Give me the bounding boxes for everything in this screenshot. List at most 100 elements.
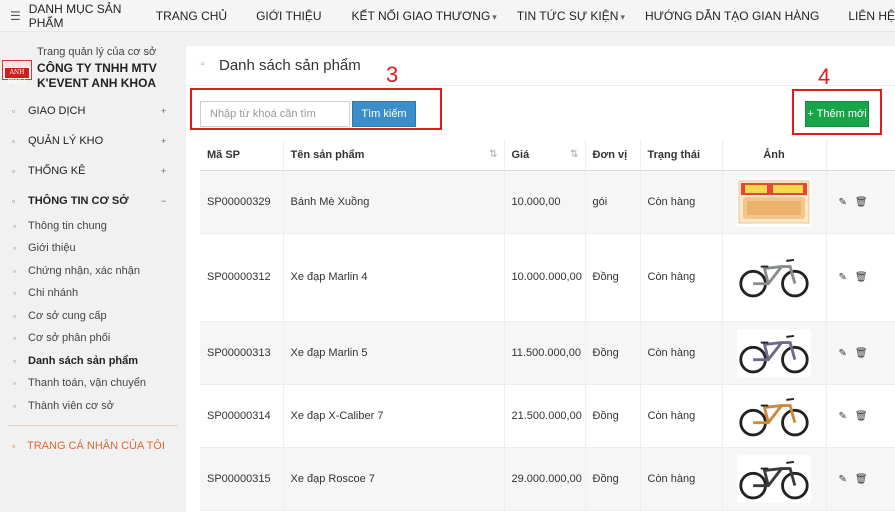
cell-price: 10.000,00: [504, 170, 586, 234]
expand-icon[interactable]: +: [161, 166, 166, 176]
cell-actions: ✎ 🗑: [826, 321, 895, 385]
cell-actions: ✎ 🗑: [826, 447, 895, 511]
nav-about[interactable]: GIỚI THIỆU: [256, 9, 321, 23]
cell-status: Còn hàng: [640, 321, 723, 385]
cell-code: SP00000315: [200, 447, 284, 511]
sidebar-item-members[interactable]: ▫ Thành viên cơ sở: [0, 399, 184, 417]
sidebar-item-general-info[interactable]: ▫ Thông tin chung: [0, 219, 184, 237]
column-header-name[interactable]: Tên sản phẩm ⇅: [283, 140, 505, 171]
cell-status: Còn hàng: [640, 233, 723, 322]
cell-code: SP00000314: [200, 384, 284, 448]
edit-pencil-icon[interactable]: ✎: [839, 197, 847, 208]
square-icon: ▫: [13, 289, 16, 298]
cell-price: 11.500.000,00: [504, 321, 586, 385]
edit-pencil-icon[interactable]: ✎: [839, 411, 847, 422]
panel-header: ▫ Danh sách sản phẩm: [186, 46, 895, 86]
trash-icon[interactable]: 🗑: [855, 272, 868, 283]
collapse-icon[interactable]: −: [161, 196, 166, 206]
edit-pencil-icon[interactable]: ✎: [839, 348, 847, 359]
cell-status: Còn hàng: [640, 447, 723, 511]
cell-actions: ✎ 🗑: [826, 384, 895, 448]
logo-text: ANH KHOA: [5, 68, 29, 86]
cell-code: SP00000329: [200, 170, 284, 234]
sidebar-item-suppliers[interactable]: ▫ Cơ sở cung cấp: [0, 309, 184, 327]
cell-name: Xe đạp Marlin 5: [283, 321, 505, 385]
table-row: SP00000313 Xe đạp Marlin 5 11.500.000,00…: [200, 321, 895, 385]
cell-image: [722, 170, 827, 234]
cell-name: Xe đạp Roscoe 7: [283, 447, 505, 511]
expand-icon[interactable]: +: [161, 106, 166, 116]
product-image-bike: [737, 328, 811, 377]
expand-icon[interactable]: +: [161, 136, 166, 146]
table-row: SP00000312 Xe đạp Marlin 4 10.000.000,00…: [200, 233, 895, 322]
column-header-price[interactable]: Giá ⇅: [504, 140, 586, 171]
square-icon: ▫: [13, 222, 16, 231]
square-icon: ▫: [13, 312, 16, 321]
column-header-unit: Đơn vị: [585, 140, 641, 171]
edit-pencil-icon[interactable]: ✎: [839, 474, 847, 485]
square-icon: ▫: [13, 357, 16, 366]
cell-actions: ✎ 🗑: [826, 170, 895, 234]
square-icon: ▫: [201, 59, 205, 70]
sidebar-group-inventory[interactable]: ▫ QUẢN LÝ KHO +: [0, 129, 184, 153]
cell-price: 29.000.000,00: [504, 447, 586, 511]
nav-trade-connect[interactable]: KẾT NỐI GIAO THƯƠNG ▾: [352, 9, 497, 23]
category-menu[interactable]: ☰ DANH MỤC SẢN PHẨM: [0, 0, 140, 32]
sidebar-personal-page[interactable]: ▫ TRANG CÁ NHÂN CỦA TÔI: [0, 436, 184, 460]
edit-pencil-icon[interactable]: ✎: [839, 272, 847, 283]
top-navbar: ☰ DANH MỤC SẢN PHẨM TRANG CHỦ GIỚI THIỆU…: [0, 0, 895, 32]
table-row: SP00000315 Xe đạp Roscoe 7 29.000.000,00…: [200, 447, 895, 511]
chevron-down-icon: ▾: [492, 11, 497, 22]
square-icon: ▫: [12, 106, 16, 116]
square-icon: ▫: [12, 196, 16, 206]
cell-image: [722, 321, 827, 385]
square-icon: ▫: [12, 441, 16, 451]
page-title: Danh sách sản phẩm: [219, 57, 361, 74]
category-menu-label: DANH MỤC SẢN PHẨM: [28, 1, 122, 30]
table-header-row: Mã SP Tên sản phẩm ⇅ Giá ⇅ Đơn vị Trạng th…: [200, 140, 895, 171]
sidebar-divider: [8, 425, 178, 426]
square-icon: ▫: [12, 136, 16, 146]
sidebar-item-branches[interactable]: ▫ Chi nhánh: [0, 286, 184, 304]
nav-home[interactable]: TRANG CHỦ: [156, 9, 227, 23]
cell-image: [722, 447, 827, 511]
trash-icon[interactable]: 🗑: [855, 411, 868, 422]
search-input[interactable]: [200, 101, 350, 127]
sidebar-group-transactions[interactable]: ▫ GIAO DỊCH +: [0, 99, 184, 123]
cell-actions: ✎ 🗑: [826, 233, 895, 322]
table-row: SP00000329 Bánh Mè Xuồng 10.000,00 gói C…: [200, 170, 895, 234]
cell-unit: gói: [585, 170, 641, 234]
cell-unit: Đồng: [585, 321, 641, 385]
product-image-bike: [737, 391, 811, 440]
cell-price: 21.500.000,00: [504, 384, 586, 448]
trash-icon[interactable]: 🗑: [855, 474, 868, 485]
sidebar-item-introduction[interactable]: ▫ Giới thiệu: [0, 241, 184, 259]
nav-news-events[interactable]: TIN TỨC SỰ KIỆN ▾: [517, 9, 625, 23]
annotation-marker-4: 4: [818, 64, 831, 89]
sidebar-item-product-list[interactable]: ▫ Danh sách sản phẩm: [0, 354, 184, 372]
trash-icon[interactable]: 🗑: [855, 197, 868, 208]
sidebar-group-statistics[interactable]: ▫ THỐNG KÊ +: [0, 159, 184, 183]
trash-icon[interactable]: 🗑: [855, 348, 868, 359]
cell-unit: Đồng: [585, 384, 641, 448]
sidebar: ANH KHOA Trang quản lý của cơ sở CÔNG TY…: [0, 32, 184, 512]
company-brand: ANH KHOA Trang quản lý của cơ sở CÔNG TY…: [0, 44, 184, 100]
square-icon: ▫: [12, 166, 16, 176]
sort-ascending-icon[interactable]: ⇅: [570, 149, 578, 160]
product-image-bread: [737, 176, 811, 227]
cell-code: SP00000312: [200, 233, 284, 322]
brand-subtitle: Trang quản lý của cơ sở: [37, 46, 157, 58]
sidebar-item-certifications[interactable]: ▫ Chứng nhận, xác nhận: [0, 264, 184, 282]
nav-store-guide[interactable]: HƯỚNG DẪN TẠO GIAN HÀNG: [645, 9, 819, 23]
sort-icon[interactable]: ⇅: [489, 149, 497, 160]
column-header-image: Ảnh: [722, 140, 827, 171]
sidebar-item-payment-shipping[interactable]: ▫ Thanh toán, vận chuyển: [0, 376, 184, 394]
column-header-code: Mã SP: [200, 140, 284, 171]
nav-contact[interactable]: LIÊN HỆ: [848, 9, 895, 23]
sidebar-item-distributors[interactable]: ▫ Cơ sở phân phối: [0, 331, 184, 349]
search-button[interactable]: Tìm kiếm: [352, 101, 416, 127]
square-icon: ▫: [13, 244, 16, 253]
add-new-button[interactable]: + Thêm mới: [805, 101, 869, 127]
product-image-bike: [737, 253, 811, 301]
sidebar-group-facility-info[interactable]: ▫ THÔNG TIN CƠ SỞ −: [0, 189, 184, 213]
